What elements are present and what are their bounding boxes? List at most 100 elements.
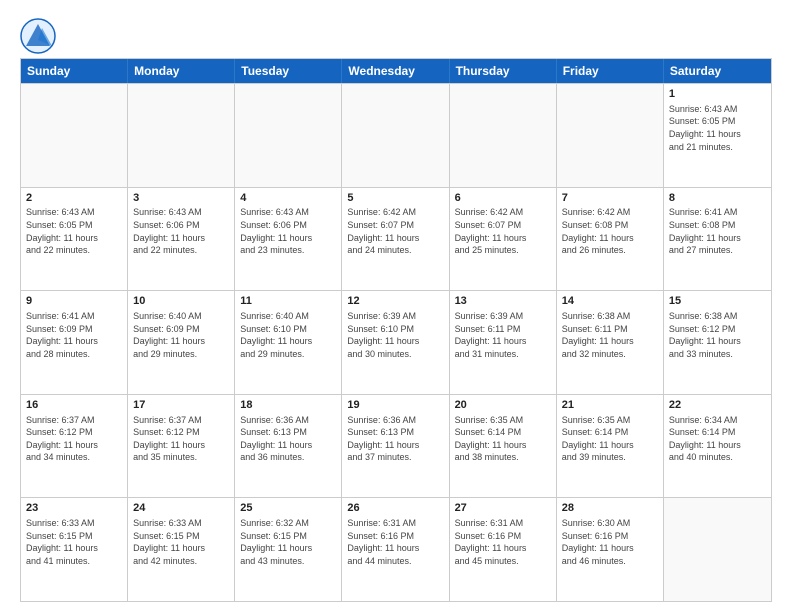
calendar-day-1: 1Sunrise: 6:43 AM Sunset: 6:05 PM Daylig… [664, 84, 771, 187]
calendar-week-1: 1Sunrise: 6:43 AM Sunset: 6:05 PM Daylig… [21, 83, 771, 187]
day-info: Sunrise: 6:40 AM Sunset: 6:09 PM Dayligh… [133, 310, 229, 360]
calendar-empty-cell [235, 84, 342, 187]
day-info: Sunrise: 6:32 AM Sunset: 6:15 PM Dayligh… [240, 517, 336, 567]
calendar-empty-cell [21, 84, 128, 187]
calendar-week-4: 16Sunrise: 6:37 AM Sunset: 6:12 PM Dayli… [21, 394, 771, 498]
day-info: Sunrise: 6:42 AM Sunset: 6:07 PM Dayligh… [347, 206, 443, 256]
day-number: 12 [347, 294, 443, 309]
day-info: Sunrise: 6:40 AM Sunset: 6:10 PM Dayligh… [240, 310, 336, 360]
day-info: Sunrise: 6:41 AM Sunset: 6:08 PM Dayligh… [669, 206, 766, 256]
calendar-empty-cell [342, 84, 449, 187]
day-number: 8 [669, 191, 766, 206]
calendar-day-21: 21Sunrise: 6:35 AM Sunset: 6:14 PM Dayli… [557, 395, 664, 498]
calendar-day-18: 18Sunrise: 6:36 AM Sunset: 6:13 PM Dayli… [235, 395, 342, 498]
day-info: Sunrise: 6:31 AM Sunset: 6:16 PM Dayligh… [455, 517, 551, 567]
calendar-day-16: 16Sunrise: 6:37 AM Sunset: 6:12 PM Dayli… [21, 395, 128, 498]
day-number: 24 [133, 501, 229, 516]
day-number: 21 [562, 398, 658, 413]
header-day-saturday: Saturday [664, 59, 771, 83]
day-info: Sunrise: 6:38 AM Sunset: 6:11 PM Dayligh… [562, 310, 658, 360]
day-info: Sunrise: 6:34 AM Sunset: 6:14 PM Dayligh… [669, 414, 766, 464]
day-number: 14 [562, 294, 658, 309]
day-number: 22 [669, 398, 766, 413]
header-day-thursday: Thursday [450, 59, 557, 83]
day-number: 26 [347, 501, 443, 516]
calendar-day-23: 23Sunrise: 6:33 AM Sunset: 6:15 PM Dayli… [21, 498, 128, 601]
day-info: Sunrise: 6:33 AM Sunset: 6:15 PM Dayligh… [26, 517, 122, 567]
day-number: 23 [26, 501, 122, 516]
day-info: Sunrise: 6:36 AM Sunset: 6:13 PM Dayligh… [240, 414, 336, 464]
day-info: Sunrise: 6:39 AM Sunset: 6:11 PM Dayligh… [455, 310, 551, 360]
day-number: 13 [455, 294, 551, 309]
calendar-header: SundayMondayTuesdayWednesdayThursdayFrid… [21, 59, 771, 83]
calendar-day-6: 6Sunrise: 6:42 AM Sunset: 6:07 PM Daylig… [450, 188, 557, 291]
calendar-day-10: 10Sunrise: 6:40 AM Sunset: 6:09 PM Dayli… [128, 291, 235, 394]
header-day-monday: Monday [128, 59, 235, 83]
day-info: Sunrise: 6:42 AM Sunset: 6:08 PM Dayligh… [562, 206, 658, 256]
day-info: Sunrise: 6:39 AM Sunset: 6:10 PM Dayligh… [347, 310, 443, 360]
calendar-day-22: 22Sunrise: 6:34 AM Sunset: 6:14 PM Dayli… [664, 395, 771, 498]
logo-icon [20, 18, 56, 54]
day-info: Sunrise: 6:35 AM Sunset: 6:14 PM Dayligh… [562, 414, 658, 464]
header-day-tuesday: Tuesday [235, 59, 342, 83]
calendar-day-14: 14Sunrise: 6:38 AM Sunset: 6:11 PM Dayli… [557, 291, 664, 394]
calendar-week-5: 23Sunrise: 6:33 AM Sunset: 6:15 PM Dayli… [21, 497, 771, 601]
day-number: 16 [26, 398, 122, 413]
calendar-body: 1Sunrise: 6:43 AM Sunset: 6:05 PM Daylig… [21, 83, 771, 601]
day-number: 11 [240, 294, 336, 309]
day-info: Sunrise: 6:43 AM Sunset: 6:06 PM Dayligh… [240, 206, 336, 256]
calendar-day-17: 17Sunrise: 6:37 AM Sunset: 6:12 PM Dayli… [128, 395, 235, 498]
calendar-day-9: 9Sunrise: 6:41 AM Sunset: 6:09 PM Daylig… [21, 291, 128, 394]
day-number: 28 [562, 501, 658, 516]
calendar-empty-cell [664, 498, 771, 601]
day-number: 1 [669, 87, 766, 102]
day-info: Sunrise: 6:37 AM Sunset: 6:12 PM Dayligh… [26, 414, 122, 464]
day-number: 27 [455, 501, 551, 516]
calendar-day-15: 15Sunrise: 6:38 AM Sunset: 6:12 PM Dayli… [664, 291, 771, 394]
day-info: Sunrise: 6:37 AM Sunset: 6:12 PM Dayligh… [133, 414, 229, 464]
calendar-day-24: 24Sunrise: 6:33 AM Sunset: 6:15 PM Dayli… [128, 498, 235, 601]
day-number: 2 [26, 191, 122, 206]
day-info: Sunrise: 6:38 AM Sunset: 6:12 PM Dayligh… [669, 310, 766, 360]
calendar-day-19: 19Sunrise: 6:36 AM Sunset: 6:13 PM Dayli… [342, 395, 449, 498]
calendar-empty-cell [450, 84, 557, 187]
calendar-day-11: 11Sunrise: 6:40 AM Sunset: 6:10 PM Dayli… [235, 291, 342, 394]
day-info: Sunrise: 6:41 AM Sunset: 6:09 PM Dayligh… [26, 310, 122, 360]
day-number: 15 [669, 294, 766, 309]
day-number: 17 [133, 398, 229, 413]
day-info: Sunrise: 6:42 AM Sunset: 6:07 PM Dayligh… [455, 206, 551, 256]
day-info: Sunrise: 6:30 AM Sunset: 6:16 PM Dayligh… [562, 517, 658, 567]
calendar-day-26: 26Sunrise: 6:31 AM Sunset: 6:16 PM Dayli… [342, 498, 449, 601]
calendar-day-3: 3Sunrise: 6:43 AM Sunset: 6:06 PM Daylig… [128, 188, 235, 291]
calendar-day-2: 2Sunrise: 6:43 AM Sunset: 6:05 PM Daylig… [21, 188, 128, 291]
calendar-day-5: 5Sunrise: 6:42 AM Sunset: 6:07 PM Daylig… [342, 188, 449, 291]
day-number: 4 [240, 191, 336, 206]
day-info: Sunrise: 6:36 AM Sunset: 6:13 PM Dayligh… [347, 414, 443, 464]
day-number: 6 [455, 191, 551, 206]
day-number: 19 [347, 398, 443, 413]
day-number: 25 [240, 501, 336, 516]
day-info: Sunrise: 6:33 AM Sunset: 6:15 PM Dayligh… [133, 517, 229, 567]
calendar-week-2: 2Sunrise: 6:43 AM Sunset: 6:05 PM Daylig… [21, 187, 771, 291]
day-info: Sunrise: 6:35 AM Sunset: 6:14 PM Dayligh… [455, 414, 551, 464]
day-info: Sunrise: 6:43 AM Sunset: 6:05 PM Dayligh… [669, 103, 766, 153]
day-number: 7 [562, 191, 658, 206]
day-number: 9 [26, 294, 122, 309]
calendar-week-3: 9Sunrise: 6:41 AM Sunset: 6:09 PM Daylig… [21, 290, 771, 394]
logo [20, 18, 60, 54]
calendar-page: SundayMondayTuesdayWednesdayThursdayFrid… [0, 0, 792, 612]
day-info: Sunrise: 6:31 AM Sunset: 6:16 PM Dayligh… [347, 517, 443, 567]
calendar: SundayMondayTuesdayWednesdayThursdayFrid… [20, 58, 772, 602]
day-number: 18 [240, 398, 336, 413]
calendar-day-20: 20Sunrise: 6:35 AM Sunset: 6:14 PM Dayli… [450, 395, 557, 498]
calendar-day-12: 12Sunrise: 6:39 AM Sunset: 6:10 PM Dayli… [342, 291, 449, 394]
header-day-wednesday: Wednesday [342, 59, 449, 83]
header-day-sunday: Sunday [21, 59, 128, 83]
page-header [20, 18, 772, 54]
calendar-day-7: 7Sunrise: 6:42 AM Sunset: 6:08 PM Daylig… [557, 188, 664, 291]
calendar-empty-cell [128, 84, 235, 187]
day-number: 5 [347, 191, 443, 206]
day-number: 20 [455, 398, 551, 413]
day-number: 3 [133, 191, 229, 206]
day-number: 10 [133, 294, 229, 309]
